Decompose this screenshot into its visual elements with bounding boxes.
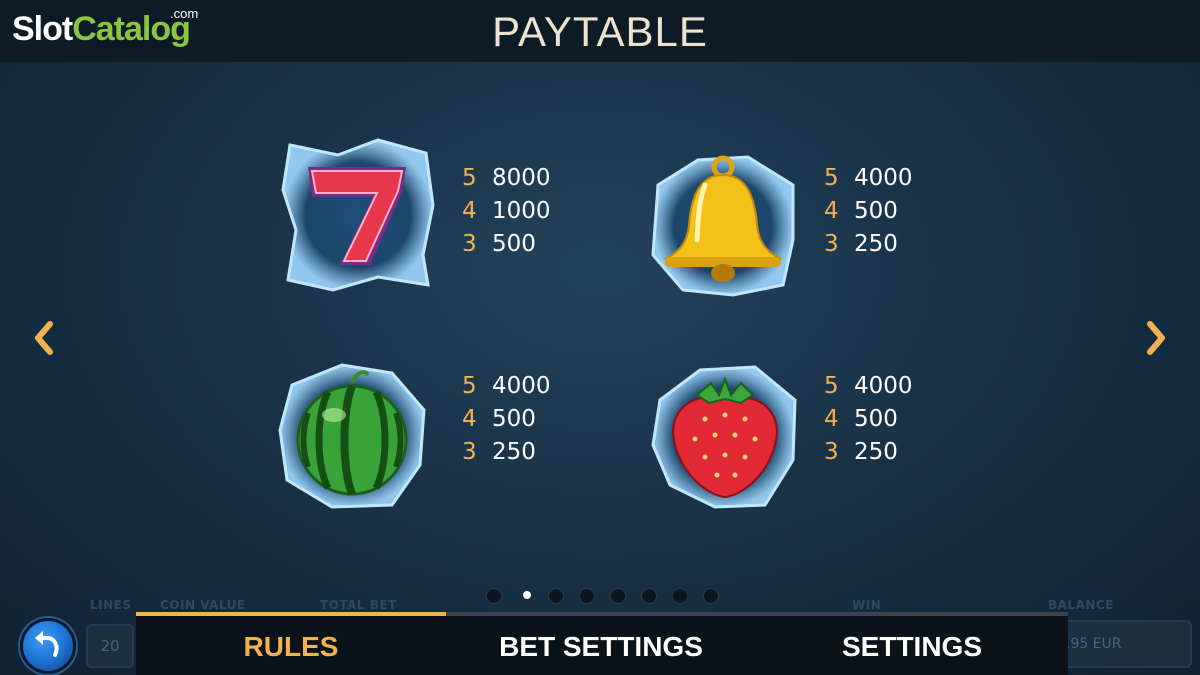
strawberry-paytable: 5 4000 4 500 3 250	[824, 373, 944, 472]
pay-count: 3	[462, 231, 477, 257]
page-dot[interactable]	[548, 588, 564, 604]
next-page-button[interactable]	[1140, 318, 1170, 358]
chevron-left-icon	[35, 321, 53, 355]
lines-label: LINES	[90, 598, 132, 612]
previous-page-button[interactable]	[30, 318, 60, 358]
page-dot-active[interactable]	[523, 591, 531, 599]
tab-bar: RULES BET SETTINGS SETTINGS	[136, 612, 1068, 675]
win-label: WIN	[852, 598, 882, 612]
pay-count: 5	[824, 373, 839, 399]
page-dot[interactable]	[486, 588, 502, 604]
pay-value: 250	[854, 231, 898, 257]
strawberry-icon	[651, 365, 797, 509]
pay-row: 3 250	[824, 231, 944, 264]
pay-count: 4	[824, 406, 839, 432]
back-arrow-icon	[35, 631, 59, 657]
page-dot[interactable]	[641, 588, 657, 604]
pay-row: 5 8000	[462, 165, 582, 198]
pay-row: 5 4000	[824, 165, 944, 198]
tab-settings[interactable]: SETTINGS	[756, 624, 1068, 670]
pay-row: 5 4000	[462, 373, 582, 406]
bell-paytable: 5 4000 4 500 3 250	[824, 165, 944, 264]
pay-value: 4000	[854, 373, 913, 399]
tab-indicator-track	[446, 612, 1068, 616]
lines-value-box: 20	[86, 624, 134, 668]
watermelon-paytable: 5 4000 4 500 3 250	[462, 373, 582, 472]
pay-value: 500	[492, 231, 536, 257]
pay-value: 1000	[492, 198, 551, 224]
page-dot[interactable]	[610, 588, 626, 604]
back-button[interactable]	[20, 618, 76, 674]
tab-bet-settings[interactable]: BET SETTINGS	[446, 624, 756, 670]
pay-count: 5	[824, 165, 839, 191]
balance-value-box: .95 EUR	[1060, 620, 1192, 668]
pay-row: 3 250	[462, 439, 582, 472]
page-title: PAYTABLE	[492, 8, 708, 55]
pay-value: 500	[492, 406, 536, 432]
active-tab-indicator	[136, 612, 446, 616]
pay-row: 5 4000	[824, 373, 944, 406]
pay-row: 3 500	[462, 231, 582, 264]
balance-label: BALANCE	[1048, 598, 1114, 612]
pay-count: 3	[462, 439, 477, 465]
bell-icon	[651, 155, 795, 297]
tab-rules[interactable]: RULES	[136, 624, 446, 670]
symbol-bell	[643, 145, 803, 305]
pay-value: 500	[854, 198, 898, 224]
symbol-watermelon	[272, 355, 432, 515]
pay-value: 4000	[854, 165, 913, 191]
pay-value: 500	[854, 406, 898, 432]
pay-row: 4 500	[824, 406, 944, 439]
pay-count: 5	[462, 165, 477, 191]
page-indicator	[486, 588, 726, 604]
pay-value: 250	[854, 439, 898, 465]
pay-count: 4	[462, 198, 477, 224]
pay-count: 4	[824, 198, 839, 224]
chevron-right-icon	[1147, 321, 1165, 355]
pay-row: 3 250	[824, 439, 944, 472]
seven-paytable: 5 8000 4 1000 3 500	[462, 165, 582, 264]
total-bet-label: TOTAL BET	[320, 598, 397, 612]
pay-row: 4 500	[824, 198, 944, 231]
symbol-seven	[278, 135, 438, 295]
pay-count: 3	[824, 439, 839, 465]
pay-row: 4 500	[462, 406, 582, 439]
top-bar: SlotCatalog .com PAYTABLE	[0, 0, 1200, 62]
pay-row: 4 1000	[462, 198, 582, 231]
pay-value: 4000	[492, 373, 551, 399]
pay-count: 4	[462, 406, 477, 432]
page-dot[interactable]	[672, 588, 688, 604]
seven-icon	[281, 138, 435, 292]
page-dot[interactable]	[703, 588, 719, 604]
page-dot[interactable]	[579, 588, 595, 604]
coin-value-label: COIN VALUE	[160, 598, 246, 612]
pay-count: 5	[462, 373, 477, 399]
pay-value: 8000	[492, 165, 551, 191]
watermelon-icon	[278, 363, 426, 509]
pay-count: 3	[824, 231, 839, 257]
pay-value: 250	[492, 439, 536, 465]
symbol-strawberry	[645, 355, 805, 515]
